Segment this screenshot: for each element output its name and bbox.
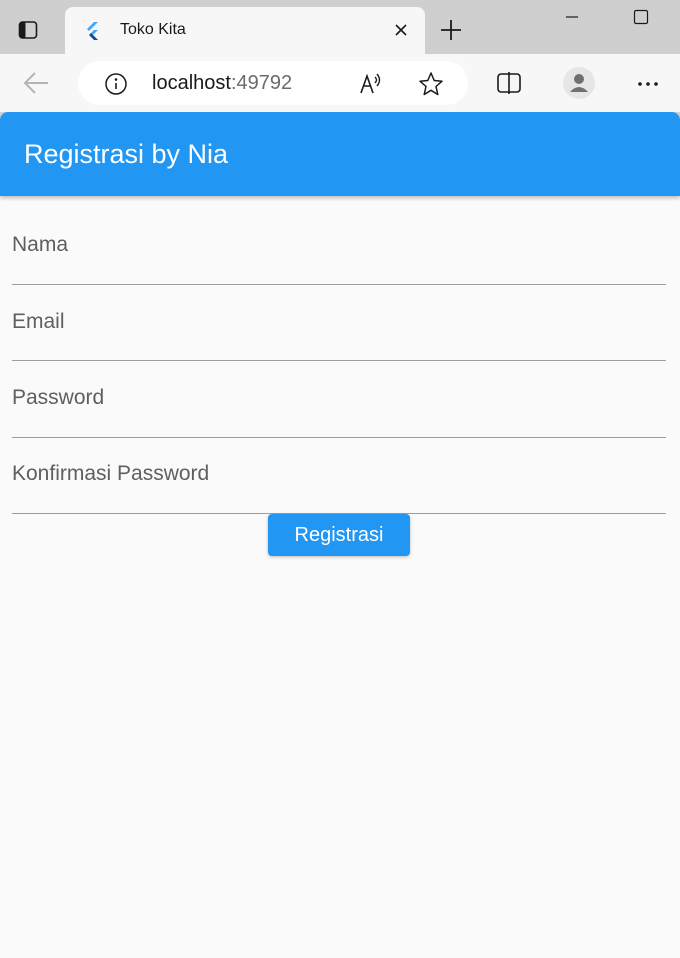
url-text[interactable]: localhost:49792 — [152, 72, 292, 95]
tab-actions-icon[interactable] — [18, 20, 38, 40]
page-viewport: Registrasi by Nia Nama Email Password Ko… — [0, 112, 680, 958]
tab-title: Toko Kita — [120, 21, 186, 38]
url-host: localhost — [152, 72, 231, 94]
email-field[interactable]: Email — [12, 284, 666, 361]
browser-tab[interactable]: Toko Kita — [65, 7, 425, 54]
registrasi-button[interactable]: Registrasi — [268, 514, 410, 556]
konfirmasi-password-field[interactable]: Konfirmasi Password — [12, 437, 666, 514]
new-tab-icon[interactable] — [440, 19, 462, 41]
password-field-label: Password — [12, 386, 105, 409]
browser-toolbar: localhost:49792 — [0, 54, 680, 112]
site-info-icon[interactable] — [104, 72, 128, 96]
password-field[interactable]: Password — [12, 361, 666, 438]
email-field-label: Email — [12, 310, 65, 333]
nama-field[interactable]: Nama — [12, 208, 666, 285]
more-options-icon[interactable] — [636, 72, 660, 96]
konfirmasi-password-field-label: Konfirmasi Password — [12, 462, 210, 485]
favorite-star-icon[interactable] — [418, 71, 444, 97]
minimize-window-icon[interactable] — [563, 8, 581, 26]
read-aloud-icon[interactable] — [358, 71, 384, 97]
maximize-window-icon[interactable] — [632, 8, 650, 26]
profile-avatar-icon[interactable] — [563, 67, 595, 99]
url-port: :49792 — [230, 72, 293, 94]
browser-tab-strip: Toko Kita — [0, 0, 680, 54]
close-tab-icon[interactable] — [392, 21, 410, 39]
split-screen-icon[interactable] — [496, 70, 522, 96]
back-arrow-icon[interactable] — [22, 70, 50, 96]
page-title: Registrasi by Nia — [24, 139, 229, 169]
app-bar: Registrasi by Nia — [0, 112, 680, 196]
address-bar[interactable]: localhost:49792 — [78, 61, 468, 105]
flutter-logo-icon — [83, 21, 103, 41]
nama-field-label: Nama — [12, 233, 69, 256]
